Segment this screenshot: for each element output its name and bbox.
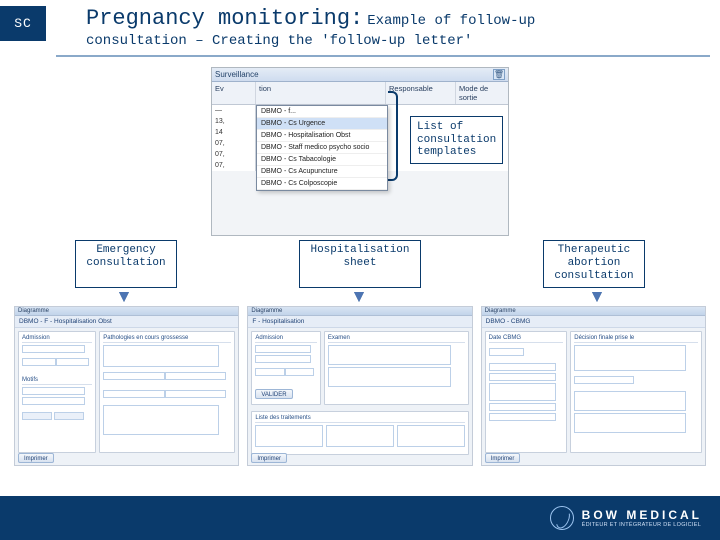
text-field[interactable]: [255, 345, 310, 353]
text-field[interactable]: [103, 390, 164, 398]
screenshot-hospitalisation: Diagramme F - Hospitalisation Admission …: [247, 306, 472, 466]
section-badge: SC: [0, 6, 46, 41]
section-heading: Date CBMG: [489, 335, 564, 343]
window-bar: Diagramme: [248, 307, 471, 316]
print-button[interactable]: Imprimer: [251, 453, 287, 463]
screenshot-therapeutic-abortion: Diagramme DBMO - CBMG Date CBMG Décision…: [481, 306, 706, 466]
text-field[interactable]: [165, 372, 226, 380]
dropdown-item[interactable]: DBMO - Cs Acupuncture: [257, 166, 387, 178]
textarea[interactable]: [326, 425, 394, 447]
labels-row: Emergency consultation Hospitalisation s…: [14, 240, 706, 288]
print-button[interactable]: Imprimer: [18, 453, 54, 463]
textarea[interactable]: [103, 345, 218, 367]
text-field[interactable]: [489, 373, 556, 381]
text-field[interactable]: [489, 413, 556, 421]
section-heading: Examen: [328, 335, 465, 343]
list-item: 07,: [212, 149, 255, 160]
title-line-2: consultation – Creating the 'follow-up l…: [86, 33, 710, 49]
col-mode: Mode de sortie: [456, 82, 508, 104]
text-field[interactable]: [165, 390, 226, 398]
text-field[interactable]: [255, 368, 285, 376]
section-heading: Admission: [22, 335, 92, 343]
text-field[interactable]: [489, 403, 556, 411]
dropdown-item[interactable]: DBMO - f...: [257, 106, 387, 118]
title-subtitle: Example of follow-up: [367, 13, 535, 29]
textarea[interactable]: [328, 367, 451, 387]
textarea[interactable]: [574, 391, 685, 411]
window-bar: Diagramme: [482, 307, 705, 316]
col-ev: Ev: [212, 82, 256, 104]
text-field[interactable]: [56, 358, 90, 366]
text-field[interactable]: [22, 358, 56, 366]
label-hospitalisation: Hospitalisation sheet: [299, 240, 420, 288]
textarea[interactable]: [328, 345, 451, 365]
brand-logo: BOW MEDICAL ÉDITEUR ET INTÉGRATEUR DE LO…: [550, 506, 702, 530]
text-field[interactable]: [574, 376, 633, 384]
logo-mark-icon: [550, 506, 574, 530]
trash-icon[interactable]: 🗑: [493, 69, 505, 80]
text-field[interactable]: [489, 363, 556, 371]
text-field[interactable]: [22, 345, 85, 353]
form-title: DBMO - F - Hospitalisation Obst: [15, 316, 238, 328]
text-field[interactable]: [285, 368, 315, 376]
arrow-down-icon: [592, 292, 602, 302]
form-title: DBMO - CBMG: [482, 316, 705, 328]
arrows-row: [14, 292, 706, 304]
label-therapeutic-abortion: Therapeutic abortion consultation: [543, 240, 644, 288]
list-item: 13,: [212, 116, 255, 127]
text-field[interactable]: [255, 355, 310, 363]
title-main: Pregnancy monitoring:: [86, 6, 363, 31]
col-tion: tion: [256, 82, 386, 104]
callout-templates: List of consultation templates: [410, 116, 503, 164]
list-item: 07,: [212, 160, 255, 171]
text-field[interactable]: [22, 387, 85, 395]
textarea[interactable]: [397, 425, 465, 447]
text-field[interactable]: [103, 372, 164, 380]
window-bar: Diagramme: [15, 307, 238, 316]
dropdown-item[interactable]: DBMO - Staff medico psycho socio: [257, 142, 387, 154]
dropdown-item[interactable]: DBMO - Cs Colposcopie: [257, 178, 387, 190]
column-headers: Ev tion Responsable Mode de sortie: [212, 82, 508, 105]
text-field[interactable]: [489, 348, 525, 356]
textarea[interactable]: [489, 383, 556, 401]
section-heading: Décision finale prise le: [574, 335, 698, 343]
validate-button[interactable]: VALIDER: [255, 389, 292, 399]
screenshots-row: Diagramme DBMO - F - Hospitalisation Obs…: [14, 306, 706, 466]
textarea[interactable]: [574, 413, 685, 433]
bracket-icon: [388, 91, 398, 181]
text-field[interactable]: [22, 397, 85, 405]
textarea[interactable]: [103, 405, 218, 435]
panel-title: Surveillance: [215, 70, 493, 79]
section-heading: Motifs: [22, 377, 92, 385]
section-heading: Pathologies en cours grossesse: [103, 335, 231, 343]
textarea[interactable]: [255, 425, 323, 447]
main-illustration: Surveillance 🗑 Ev tion Responsable Mode …: [0, 61, 720, 236]
dropdown-item[interactable]: DBMO - Cs Tabacologie: [257, 154, 387, 166]
left-rows: — 13, 14 07, 07, 07,: [212, 105, 256, 171]
arrow-down-icon: [119, 292, 129, 302]
title-block: Pregnancy monitoring: Example of follow-…: [46, 6, 710, 49]
list-item: —: [212, 105, 255, 116]
form-title: F - Hospitalisation: [248, 316, 471, 328]
slide-header: SC Pregnancy monitoring: Example of foll…: [0, 0, 720, 51]
dropdown-item[interactable]: DBMO - Cs Urgence: [257, 118, 387, 130]
arrow-down-icon: [354, 292, 364, 302]
textarea[interactable]: [574, 345, 685, 371]
template-dropdown[interactable]: DBMO - f... DBMO - Cs Urgence DBMO - Hos…: [256, 105, 388, 191]
dropdown-item[interactable]: DBMO - Hospitalisation Obst: [257, 130, 387, 142]
footer-bar: BOW MEDICAL ÉDITEUR ET INTÉGRATEUR DE LO…: [0, 496, 720, 540]
brand-name: BOW MEDICAL: [582, 508, 702, 522]
chip[interactable]: [22, 412, 52, 420]
list-item: 14: [212, 127, 255, 138]
title-rule: [56, 55, 710, 57]
print-button[interactable]: Imprimer: [485, 453, 521, 463]
panel-header: Surveillance 🗑: [212, 68, 508, 82]
screenshot-emergency: Diagramme DBMO - F - Hospitalisation Obs…: [14, 306, 239, 466]
brand-tagline: ÉDITEUR ET INTÉGRATEUR DE LOGICIEL: [582, 522, 702, 528]
section-heading: Liste des traitements: [255, 415, 464, 423]
section-heading: Admission: [255, 335, 317, 343]
list-item: 07,: [212, 138, 255, 149]
label-emergency: Emergency consultation: [75, 240, 176, 288]
chip[interactable]: [54, 412, 84, 420]
